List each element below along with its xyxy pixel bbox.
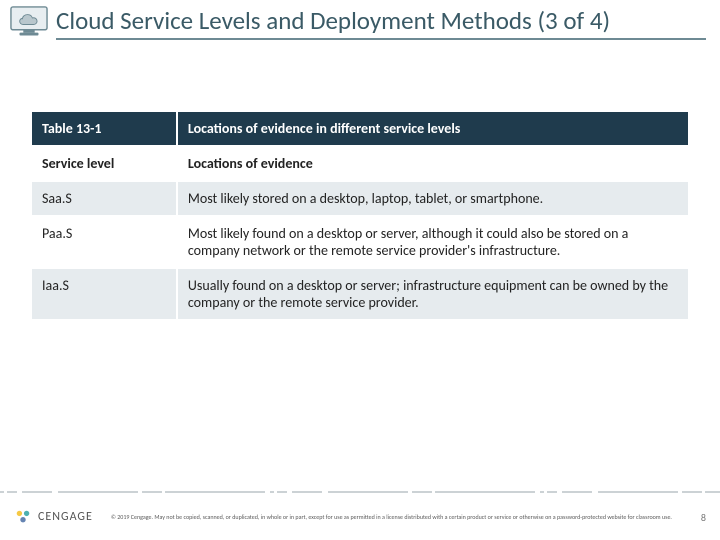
cell-text: Most likely stored on a desktop, laptop,… — [178, 182, 688, 215]
table-row: Iaa.S Usually found on a desktop or serv… — [32, 269, 688, 319]
table-row: Saa.S Most likely stored on a desktop, l… — [32, 182, 688, 215]
brand-mark-icon — [14, 508, 32, 526]
slide-title: Cloud Service Levels and Deployment Meth… — [56, 7, 706, 35]
cloud-monitor-icon — [10, 6, 48, 36]
slide-content: Table 13-1 Locations of evidence in diff… — [0, 40, 720, 321]
evidence-table: Table 13-1 Locations of evidence in diff… — [30, 110, 690, 321]
table-caption: Locations of evidence in different servi… — [178, 112, 688, 145]
cell-text: Usually found on a desktop or server; in… — [178, 269, 688, 319]
cell-level: Paa.S — [32, 217, 176, 267]
slide-header: Cloud Service Levels and Deployment Meth… — [0, 0, 720, 38]
cell-level: Iaa.S — [32, 269, 176, 319]
table-header-row: Table 13-1 Locations of evidence in diff… — [32, 112, 688, 145]
table-subheader-row: Service level Locations of evidence — [32, 147, 688, 180]
col-header-level: Service level — [32, 147, 176, 180]
cell-text: Most likely found on a desktop or server… — [178, 217, 688, 267]
page-number: 8 — [690, 511, 706, 524]
copyright-text: © 2019 Cengage. May not be copied, scann… — [93, 513, 690, 521]
cell-level: Saa.S — [32, 182, 176, 215]
col-header-locations: Locations of evidence — [178, 147, 688, 180]
brand: CENGAGE — [14, 508, 93, 526]
slide: Cloud Service Levels and Deployment Meth… — [0, 0, 720, 540]
brand-name: CENGAGE — [38, 510, 93, 524]
slide-footer: CENGAGE © 2019 Cengage. May not be copie… — [0, 494, 720, 540]
table-row: Paa.S Most likely found on a desktop or … — [32, 217, 688, 267]
table-number: Table 13-1 — [32, 112, 176, 145]
